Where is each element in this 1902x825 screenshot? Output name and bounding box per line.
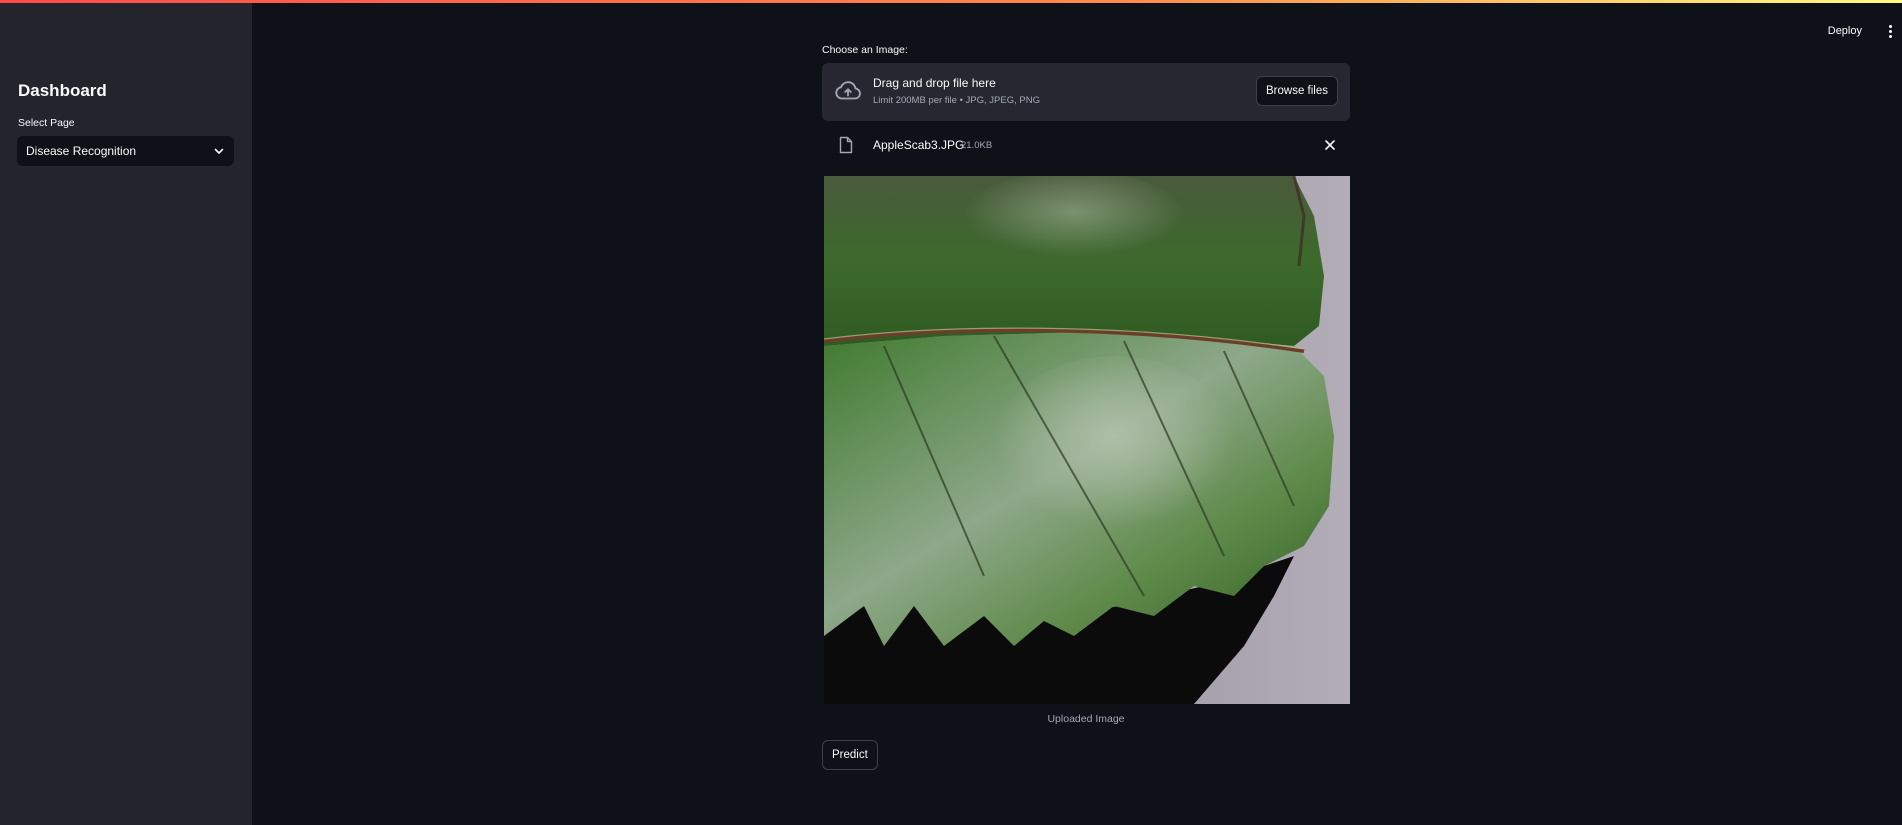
close-icon[interactable] xyxy=(1322,137,1338,153)
uploader-label: Choose an Image: xyxy=(822,44,908,56)
file-icon xyxy=(839,136,853,154)
top-decoration-stripe xyxy=(0,0,1902,3)
dropzone-subtitle: Limit 200MB per file • JPG, JPEG, PNG xyxy=(873,95,1040,106)
file-size: 21.0KB xyxy=(961,140,993,151)
sidebar-title: Dashboard xyxy=(18,81,107,100)
sidebar: Dashboard Select Page Disease Recognitio… xyxy=(0,3,252,825)
chevron-down-icon xyxy=(214,148,224,154)
deploy-button[interactable]: Deploy xyxy=(1828,25,1862,37)
uploaded-file-row: AppleScab3.JPG 21.0KB xyxy=(822,132,1350,158)
dropzone-title: Drag and drop file here xyxy=(873,76,996,90)
leaf-photo-rendering xyxy=(824,176,1350,704)
select-page-label: Select Page xyxy=(18,117,75,129)
image-caption: Uploaded Image xyxy=(1047,713,1125,725)
header-toolbar: Deploy xyxy=(1828,20,1902,42)
predict-button[interactable]: Predict xyxy=(822,740,878,770)
select-page-dropdown[interactable]: Disease Recognition xyxy=(17,136,234,166)
file-dropzone[interactable]: Drag and drop file here Limit 200MB per … xyxy=(822,63,1350,121)
cloud-upload-icon xyxy=(835,81,861,100)
file-name: AppleScab3.JPG xyxy=(873,138,965,152)
select-page-value: Disease Recognition xyxy=(26,144,137,158)
kebab-menu-icon[interactable] xyxy=(1884,20,1896,42)
browse-files-button[interactable]: Browse files xyxy=(1256,76,1338,106)
uploaded-leaf-image xyxy=(824,176,1350,704)
